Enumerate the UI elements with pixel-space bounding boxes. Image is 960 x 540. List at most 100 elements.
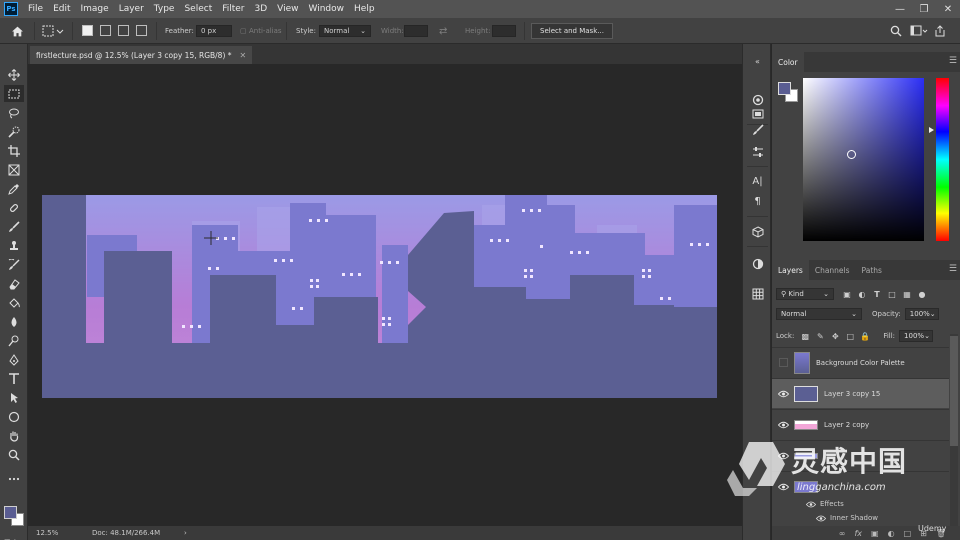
- layer-filter-kind-select[interactable]: ⚲ Kind ⌄: [776, 288, 834, 300]
- document-tab[interactable]: firstlecture.psd @ 12.5% (Layer 3 copy 1…: [30, 46, 253, 64]
- opacity-input[interactable]: 100% ⌄: [904, 308, 939, 320]
- type-tool-icon[interactable]: [4, 370, 24, 387]
- navigator-panel-icon[interactable]: [750, 256, 765, 271]
- clone-stamp-tool-icon[interactable]: [4, 237, 24, 254]
- menu-help[interactable]: Help: [349, 4, 380, 14]
- filter-adjustment-icon[interactable]: ◐: [857, 289, 867, 299]
- menu-3d[interactable]: 3D: [250, 4, 273, 14]
- tab-paths[interactable]: Paths: [856, 260, 888, 280]
- width-input[interactable]: [404, 25, 428, 37]
- menu-file[interactable]: File: [23, 4, 48, 14]
- fx-icon[interactable]: fx: [854, 529, 862, 538]
- marquee-preset-icon[interactable]: [42, 18, 64, 44]
- intersect-selection-button[interactable]: [136, 25, 147, 36]
- tab-layers[interactable]: Layers: [772, 260, 809, 280]
- feather-input[interactable]: 0 px: [196, 25, 232, 37]
- move-tool-icon[interactable]: [4, 66, 24, 83]
- visibility-toggle[interactable]: [772, 358, 794, 367]
- restore-icon[interactable]: ❐: [912, 0, 936, 18]
- libraries-panel-icon[interactable]: [750, 106, 765, 121]
- eye-icon[interactable]: [816, 515, 826, 522]
- dodge-tool-icon[interactable]: [4, 332, 24, 349]
- home-icon[interactable]: [11, 18, 24, 44]
- frame-tool-icon[interactable]: [4, 161, 24, 178]
- height-input[interactable]: [492, 25, 516, 37]
- layers-panel-menu-icon[interactable]: ☰: [949, 264, 957, 274]
- share-icon[interactable]: [934, 18, 946, 44]
- hand-tool-icon[interactable]: [4, 427, 24, 444]
- filter-pixel-icon[interactable]: ▣: [842, 289, 852, 299]
- status-menu-arrow-icon[interactable]: ›: [184, 529, 187, 537]
- brush-tool-icon[interactable]: [4, 218, 24, 235]
- new-selection-button[interactable]: [82, 25, 93, 36]
- hue-slider-arrow-icon[interactable]: [929, 127, 934, 133]
- filter-smart-object-icon[interactable]: ▦: [902, 289, 912, 299]
- lock-transparent-icon[interactable]: ▩: [800, 331, 810, 341]
- subtract-selection-button[interactable]: [118, 25, 129, 36]
- filter-toggle-icon[interactable]: ●: [917, 289, 927, 299]
- ellipse-tool-icon[interactable]: [4, 408, 24, 425]
- tab-color[interactable]: Color: [772, 52, 804, 72]
- add-selection-button[interactable]: [100, 25, 111, 36]
- learn-panel-icon[interactable]: [750, 92, 765, 107]
- eraser-tool-icon[interactable]: [4, 275, 24, 292]
- paragraph-panel-icon[interactable]: ¶: [750, 194, 765, 209]
- lock-all-icon[interactable]: 🔒: [860, 331, 870, 341]
- collapse-dock-icon[interactable]: «: [750, 54, 765, 69]
- color-panel-menu-icon[interactable]: ☰: [949, 56, 957, 66]
- city-skyline-artwork[interactable]: [42, 195, 717, 398]
- antialias-checkbox[interactable]: ▢: [240, 18, 249, 44]
- layers-scrollbar[interactable]: [950, 334, 958, 534]
- adjustment-layer-icon[interactable]: ◐: [888, 529, 895, 538]
- filter-type-icon[interactable]: T: [872, 289, 882, 299]
- eye-icon[interactable]: [772, 390, 794, 398]
- new-group-icon[interactable]: □: [904, 529, 912, 538]
- layer-row-layer-3-copy-15[interactable]: Layer 3 copy 15: [772, 378, 949, 408]
- menu-select[interactable]: Select: [179, 4, 217, 14]
- filter-shape-icon[interactable]: □: [887, 289, 897, 299]
- layers-scrollbar-thumb[interactable]: [950, 336, 958, 446]
- eyedropper-tool-icon[interactable]: [4, 180, 24, 197]
- hue-slider[interactable]: [936, 78, 949, 241]
- foreground-color-swatch[interactable]: [4, 506, 17, 519]
- menu-window[interactable]: Window: [304, 4, 350, 14]
- menu-edit[interactable]: Edit: [48, 4, 75, 14]
- paint-bucket-tool-icon[interactable]: [4, 294, 24, 311]
- pen-tool-icon[interactable]: [4, 351, 24, 368]
- eye-icon[interactable]: [772, 421, 794, 429]
- color-panel-foreground-swatch[interactable]: [778, 82, 791, 95]
- close-window-icon[interactable]: ✕: [936, 0, 960, 18]
- minimize-icon[interactable]: —: [888, 0, 912, 18]
- lasso-tool-icon[interactable]: [4, 104, 24, 121]
- close-icon[interactable]: ✕: [240, 51, 247, 60]
- layer-row-background-color-palette[interactable]: Background Color Palette: [772, 347, 949, 377]
- 3d-panel-icon[interactable]: [750, 224, 765, 239]
- history-brush-tool-icon[interactable]: [4, 256, 24, 273]
- menu-view[interactable]: View: [272, 4, 303, 14]
- add-mask-icon[interactable]: ▣: [871, 529, 879, 538]
- zoom-level[interactable]: 12.5%: [36, 529, 58, 537]
- more-tools-icon[interactable]: [4, 470, 24, 487]
- quick-selection-tool-icon[interactable]: [4, 123, 24, 140]
- workspace-icon[interactable]: [910, 18, 928, 44]
- blend-mode-select[interactable]: Normal ⌄: [776, 308, 862, 320]
- layer-row-layer-2-copy[interactable]: Layer 2 copy: [772, 409, 949, 439]
- character-panel-icon[interactable]: A|: [750, 174, 765, 189]
- brushes-panel-icon[interactable]: [750, 122, 765, 137]
- search-icon[interactable]: [890, 18, 902, 44]
- crop-tool-icon[interactable]: [4, 142, 24, 159]
- lock-image-icon[interactable]: ✎: [815, 331, 825, 341]
- lock-artboard-icon[interactable]: □: [845, 331, 855, 341]
- menu-image[interactable]: Image: [76, 4, 114, 14]
- healing-brush-tool-icon[interactable]: [4, 199, 24, 216]
- menu-layer[interactable]: Layer: [114, 4, 149, 14]
- rectangular-marquee-tool-icon[interactable]: [4, 85, 24, 102]
- swatches-panel-icon[interactable]: [750, 286, 765, 301]
- blur-tool-icon[interactable]: [4, 313, 24, 330]
- inner-shadow-row[interactable]: Inner Shadow: [816, 514, 878, 522]
- link-layers-icon[interactable]: ∞: [839, 529, 846, 538]
- fill-input[interactable]: 100% ⌄: [899, 330, 934, 342]
- lock-position-icon[interactable]: ✥: [830, 331, 840, 341]
- style-select[interactable]: Normal ⌄: [319, 25, 371, 37]
- adjustments-panel-icon[interactable]: [750, 144, 765, 159]
